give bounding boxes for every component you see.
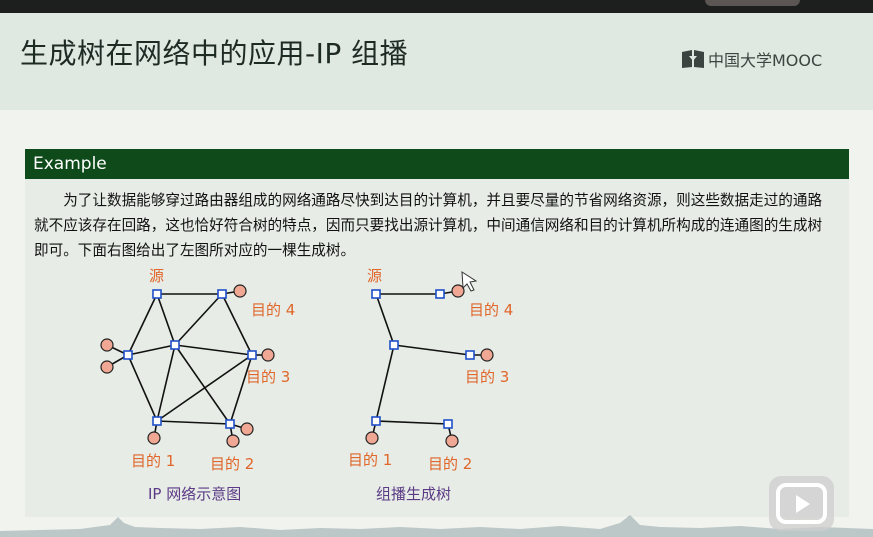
edge	[229, 354, 253, 425]
router-node	[217, 289, 227, 299]
host-node	[100, 338, 114, 352]
dest3-label: 目的 3	[465, 368, 509, 386]
left-routers	[123, 289, 257, 429]
edge	[127, 344, 176, 356]
play-icon	[776, 483, 827, 524]
edge	[174, 344, 253, 356]
edge	[375, 293, 395, 346]
host-node	[233, 284, 247, 298]
dest3-label: 目的 3	[246, 368, 290, 386]
router-node	[465, 350, 475, 360]
host-node	[240, 422, 254, 436]
mouse-cursor-icon	[461, 271, 478, 292]
router-node	[123, 350, 133, 360]
edge	[127, 293, 158, 356]
dest1-label: 目的 1	[348, 451, 392, 469]
host-node	[100, 360, 114, 374]
router-node	[435, 289, 445, 299]
left-caption: IP 网络示意图	[148, 485, 241, 503]
edge	[156, 293, 176, 346]
host-node	[147, 431, 161, 445]
router-node	[371, 289, 381, 299]
edge	[375, 420, 449, 425]
router-node	[225, 419, 235, 429]
source-label: 源	[367, 267, 382, 285]
router-node	[247, 350, 257, 360]
dest4-label: 目的 4	[469, 301, 513, 319]
right-routers	[371, 289, 475, 429]
host-node	[261, 348, 275, 362]
edge	[174, 293, 223, 346]
right-caption: 组播生成树	[376, 485, 451, 503]
host-node	[226, 434, 240, 448]
router-node	[443, 419, 453, 429]
dest2-label: 目的 2	[428, 455, 472, 473]
edge	[393, 344, 471, 356]
edge	[375, 344, 395, 422]
edge	[174, 344, 231, 425]
host-node	[445, 434, 459, 448]
router-node	[389, 340, 399, 350]
host-node	[451, 284, 465, 298]
edge	[221, 293, 253, 356]
audio-waveform	[0, 515, 873, 537]
router-node	[152, 289, 162, 299]
router-node	[152, 416, 162, 426]
network-diagrams: 源 目的 4 目的 3 目的 1 目的 2 IP 网络示意图 源 目的 4 目的…	[100, 267, 513, 503]
edge	[156, 354, 253, 422]
router-node	[371, 416, 381, 426]
source-label: 源	[149, 267, 164, 285]
edge	[127, 354, 158, 422]
edge	[156, 420, 231, 425]
router-node	[170, 340, 180, 350]
host-node	[480, 348, 494, 362]
host-node	[365, 431, 379, 445]
left-network-edges	[106, 290, 268, 442]
dest1-label: 目的 1	[131, 452, 175, 470]
dest2-label: 目的 2	[210, 455, 254, 473]
dest4-label: 目的 4	[251, 301, 295, 319]
play-button[interactable]	[769, 476, 834, 531]
